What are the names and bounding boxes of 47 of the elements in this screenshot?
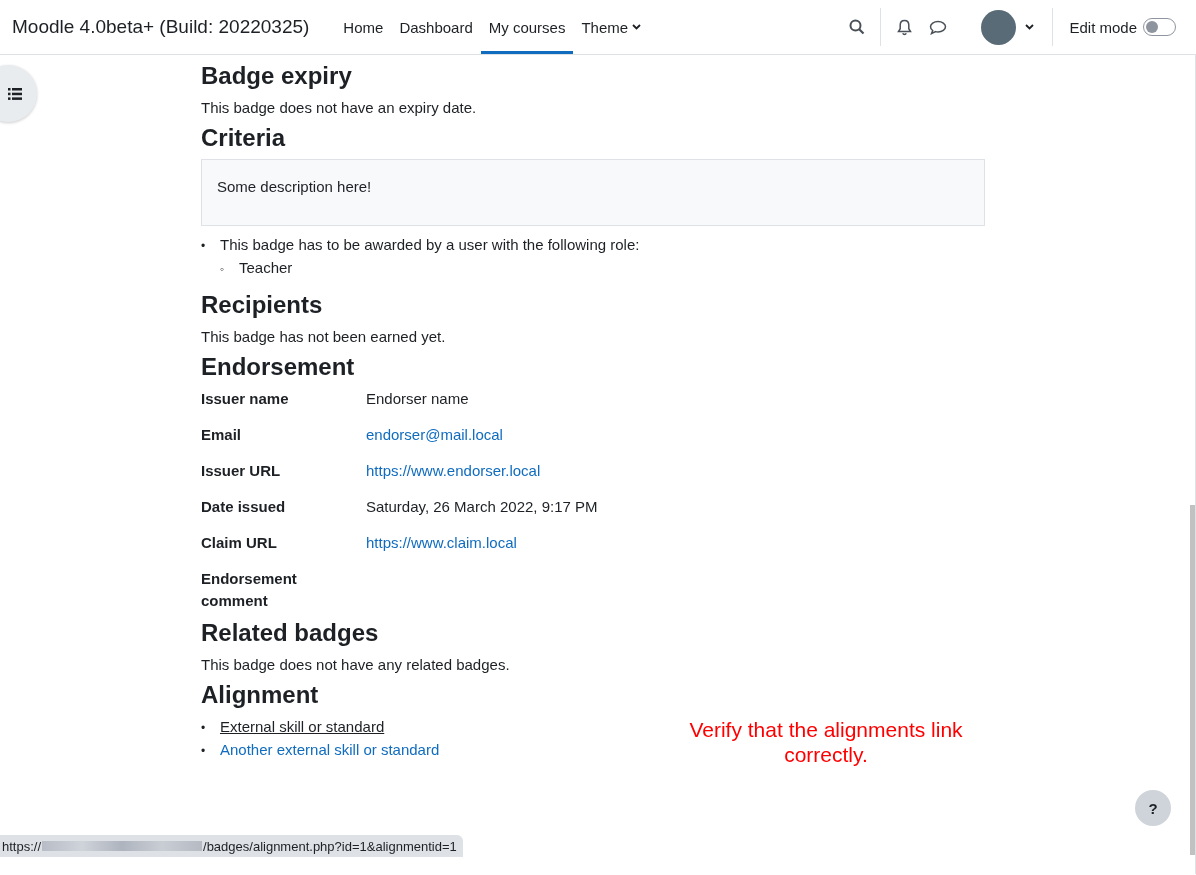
bell-icon[interactable] xyxy=(896,18,912,36)
url-path: /badges/alignment.php?id=1&alignmentid=1 xyxy=(203,838,457,854)
nav-link[interactable]: Home xyxy=(335,3,392,54)
nav-link[interactable]: My courses xyxy=(480,3,574,54)
chat-icon[interactable] xyxy=(929,19,948,35)
user-avatar[interactable] xyxy=(981,9,1017,45)
edit-mode-toggle[interactable] xyxy=(1143,18,1176,36)
section-heading: Endorsement xyxy=(201,352,356,382)
field-label: Issuer name xyxy=(201,389,290,409)
section-heading: Criteria xyxy=(201,123,287,153)
search-icon[interactable] xyxy=(849,19,866,35)
edit-mode-label: Edit mode xyxy=(1069,18,1137,36)
field-label: Email xyxy=(201,425,243,445)
field-link[interactable]: https://www.endorser.local xyxy=(366,462,541,479)
section-heading: Badge expiry xyxy=(201,61,353,91)
field-link[interactable]: https://www.claim.local xyxy=(366,534,517,551)
list-bullet: • xyxy=(201,720,207,737)
criteria-description: Some description here! xyxy=(201,159,985,226)
section-text: This badge does not have an expiry date. xyxy=(201,98,478,118)
role-item: Teacher xyxy=(239,259,293,276)
field-link[interactable]: endorser@mail.local xyxy=(366,426,503,443)
site-name[interactable]: Moodle 4.0beta+ (Build: 20220325) xyxy=(0,0,336,54)
field-label: Date issued xyxy=(201,497,287,517)
list-bullet: • xyxy=(201,743,207,760)
section-text: This badge has not been earned yet. xyxy=(201,327,447,347)
alignment-link[interactable]: Another external skill or standard xyxy=(220,741,440,758)
field-value: Endorser name xyxy=(366,390,469,407)
field-label: Endorsement comment xyxy=(201,569,298,611)
annotation-note: Verify that the alignments link correctly. xyxy=(688,717,964,767)
section-text: This badge does not have any related badges. xyxy=(201,655,511,675)
caret-icon[interactable] xyxy=(1024,24,1034,30)
field-label: Issuer URL xyxy=(201,461,282,481)
list-icon xyxy=(8,87,22,100)
list-bullet: • xyxy=(201,238,207,255)
list-bullet: ◦ xyxy=(220,261,226,278)
url-prefix: https:// xyxy=(2,838,42,854)
help-button[interactable]: ? xyxy=(1135,790,1171,826)
nav-link[interactable]: Theme xyxy=(573,3,650,54)
section-heading: Alignment xyxy=(201,680,320,710)
section-heading: Related badges xyxy=(201,618,380,648)
field-label: Claim URL xyxy=(201,533,278,553)
nav-link[interactable]: Dashboard xyxy=(391,3,481,54)
field-value: Saturday, 26 March 2022, 9:17 PM xyxy=(366,498,598,515)
section-heading: Recipients xyxy=(201,290,324,320)
scrollbar-thumb[interactable] xyxy=(1190,505,1195,855)
alignment-link[interactable]: External skill or standard xyxy=(220,718,385,735)
criteria-item: This badge has to be awarded by a user with the following role: xyxy=(220,236,640,253)
